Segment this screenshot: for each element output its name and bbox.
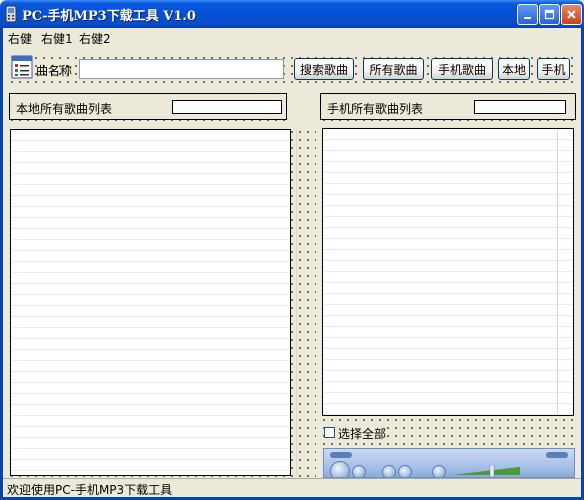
search-toolbar: 曲名称 搜索歌曲 所有歌曲 手机歌曲 本地 手机 [6, 52, 579, 86]
minimize-icon [524, 17, 531, 19]
player-seek-right[interactable] [546, 452, 568, 458]
local-song-list[interactable] [10, 129, 297, 476]
status-text: 欢迎使用PC-手机MP3下载工具 [7, 483, 173, 497]
stop-button[interactable] [352, 465, 366, 477]
menu-item-right-key-1[interactable]: 右健1 [41, 30, 73, 47]
next-button[interactable] [398, 465, 412, 477]
client-area: 右健 右健1 右健2 曲名称 搜索歌曲 所有歌曲 手机歌曲 本地 手机 本地所有… [3, 28, 581, 497]
phone-count-field[interactable] [474, 100, 566, 114]
maximize-icon [544, 9, 555, 20]
close-button[interactable] [561, 4, 582, 25]
phone-app-icon [5, 5, 17, 23]
local-button[interactable]: 本地 [498, 58, 530, 80]
mute-button[interactable] [432, 465, 446, 477]
media-player[interactable] [323, 448, 575, 478]
title-bar[interactable]: PC-手机MP3下载工具 V1.0 [0, 0, 584, 28]
song-name-field[interactable] [79, 59, 284, 79]
play-button[interactable] [330, 461, 350, 477]
all-songs-button[interactable]: 所有歌曲 [363, 58, 424, 80]
local-count-field[interactable] [172, 100, 282, 114]
local-header-panel: 本地所有歌曲列表 [6, 90, 290, 124]
player-seek-left[interactable] [330, 452, 352, 458]
menu-bar: 右健 右健1 右健2 [3, 28, 581, 46]
phone-song-list[interactable] [322, 128, 574, 416]
phone-header-panel: 手机所有歌曲列表 [318, 90, 579, 124]
local-list-title: 本地所有歌曲列表 [16, 100, 113, 117]
previous-button[interactable] [382, 465, 396, 477]
volume-slider[interactable] [450, 465, 530, 477]
status-bar: 欢迎使用PC-手机MP3下载工具 [3, 478, 581, 497]
phone-list-column-divider [557, 129, 558, 415]
window-title: PC-手机MP3下载工具 V1.0 [22, 9, 196, 24]
maximize-button[interactable] [539, 4, 560, 25]
menu-item-right-key-2[interactable]: 右健2 [79, 30, 111, 47]
local-list-column-divider [296, 130, 297, 475]
menu-item-right-key[interactable]: 右健 [8, 30, 32, 47]
song-name-input[interactable] [80, 60, 283, 78]
select-all-label: 选择全部 [338, 425, 387, 442]
phone-button[interactable]: 手机 [537, 58, 570, 80]
minimize-button[interactable] [517, 4, 538, 25]
phone-list-title: 手机所有歌曲列表 [327, 100, 424, 117]
select-all-checkbox[interactable] [324, 427, 335, 438]
playlist-icon [11, 55, 33, 79]
phone-songs-button[interactable]: 手机歌曲 [431, 58, 493, 80]
close-icon [567, 10, 576, 19]
search-songs-button[interactable]: 搜索歌曲 [294, 58, 354, 80]
song-name-label: 曲名称 [36, 64, 73, 78]
